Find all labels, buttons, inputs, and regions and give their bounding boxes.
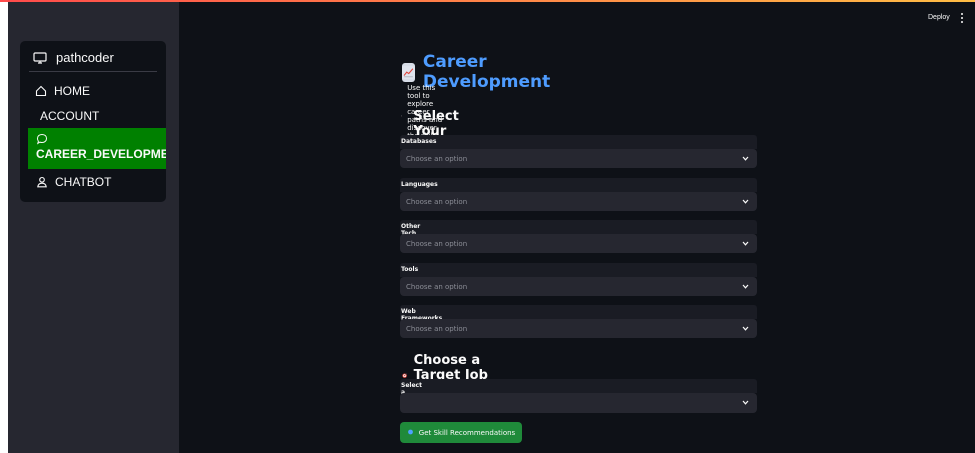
nav-item-chatbot[interactable]: CHATBOT [20, 174, 166, 190]
languages-select[interactable]: Choose an option [400, 192, 757, 211]
select-placeholder: Choose an option [406, 324, 468, 333]
chat-bubble-icon [36, 133, 48, 145]
sidebar: pathcoder HOME ACCOUNT CAREER_DEVELOPMEN… [0, 2, 179, 453]
nav-item-career-development[interactable]: CAREER_DEVELOPMEN [28, 128, 166, 169]
tools-label: Tools [401, 266, 419, 273]
databases-select[interactable]: Choose an option [400, 149, 757, 168]
chevron-down-icon [742, 284, 749, 289]
languages-label: Languages [401, 181, 438, 188]
field-header [400, 178, 757, 192]
chart-increasing-icon [402, 62, 415, 82]
kebab-menu-icon[interactable] [960, 13, 964, 23]
get-recommendations-button[interactable]: Get Skill Recommendations [400, 422, 522, 443]
nav-item-label: CHATBOT [55, 175, 112, 189]
button-label: Get Skill Recommendations [418, 428, 516, 437]
app-title: pathcoder [33, 50, 114, 65]
monitor-icon [33, 51, 47, 64]
chevron-down-icon [742, 326, 749, 331]
databases-label: Databases [401, 138, 437, 145]
deploy-button[interactable]: Deploy [928, 14, 950, 21]
nav-item-label: HOME [54, 84, 90, 98]
other-tech-select[interactable]: Choose an option [400, 234, 757, 253]
nav-item-home[interactable]: HOME [20, 83, 166, 99]
chevron-down-icon [742, 156, 749, 161]
field-header [400, 305, 757, 319]
chevron-down-icon [742, 241, 749, 246]
select-placeholder: Choose an option [406, 282, 468, 291]
field-header [400, 263, 757, 277]
chevron-down-icon [742, 400, 749, 405]
pin-icon [407, 429, 413, 435]
home-icon [35, 85, 47, 97]
select-placeholder: Choose an option [406, 154, 468, 163]
nav-item-label: ACCOUNT [40, 109, 100, 123]
field-header [400, 135, 757, 149]
divider [29, 71, 157, 72]
nav-item-account[interactable]: ACCOUNT [20, 108, 166, 124]
chevron-down-icon [742, 199, 749, 204]
select-placeholder: Choose an option [406, 197, 468, 206]
web-frameworks-select[interactable]: Choose an option [400, 319, 757, 338]
field-header [400, 220, 757, 234]
user-icon [37, 176, 47, 188]
app-name: pathcoder [56, 50, 114, 65]
career-goal-select[interactable] [400, 393, 757, 413]
tools-select[interactable]: Choose an option [400, 277, 757, 296]
select-placeholder: Choose an option [406, 239, 468, 248]
nav-item-label: CAREER_DEVELOPMEN [36, 147, 166, 161]
field-header [400, 379, 757, 393]
nav-menu: pathcoder HOME ACCOUNT CAREER_DEVELOPMEN… [20, 41, 166, 202]
